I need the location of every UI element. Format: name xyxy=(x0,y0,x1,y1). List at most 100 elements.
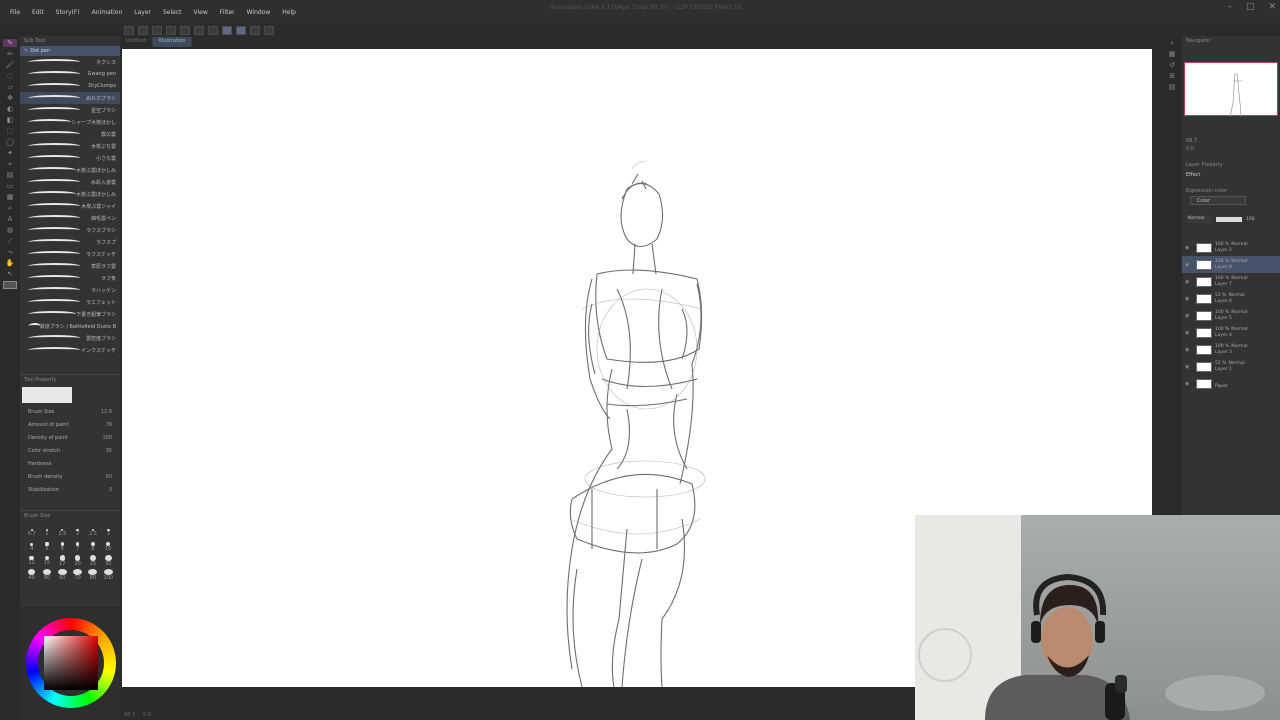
menu-item-animation[interactable]: Animation xyxy=(86,9,129,16)
brush-item[interactable]: 下書き鉛筆ブラシ xyxy=(20,308,120,320)
blend-mode-select[interactable]: Normal xyxy=(1186,216,1212,223)
menu-item-view[interactable]: View xyxy=(188,9,214,16)
ruler-snap-icon[interactable] xyxy=(236,25,246,35)
layer-row[interactable]: ◉ 100 % Normal Layer 3 xyxy=(1182,341,1280,358)
property-row[interactable]: Brush Size 12.0 xyxy=(20,405,120,418)
zoom-tool-icon[interactable]: ⌕ xyxy=(3,204,17,212)
brush-size-option[interactable]: 10 xyxy=(101,541,116,553)
brush-size-option[interactable]: 7 xyxy=(70,541,85,553)
grid-icon[interactable] xyxy=(250,25,260,35)
menu-item-file[interactable]: File xyxy=(4,9,26,16)
layer-row[interactable]: ◉ Paper xyxy=(1182,375,1280,392)
figure-tool-icon[interactable]: ▭ xyxy=(3,182,17,190)
minimize-icon[interactable]: – xyxy=(1227,2,1232,12)
brush-item[interactable]: Gwang pen xyxy=(20,68,120,80)
fill-tool-icon[interactable]: ◧ xyxy=(3,116,17,124)
hand-tool-icon[interactable]: ✋ xyxy=(3,259,17,267)
visibility-eye-icon[interactable]: ◉ xyxy=(1185,364,1193,370)
visibility-eye-icon[interactable]: ◉ xyxy=(1185,262,1193,268)
brush-item[interactable]: 木炭ぶ雲ジャイ xyxy=(20,200,120,212)
visibility-eye-icon[interactable]: ◉ xyxy=(1185,296,1193,302)
layer-search-icon[interactable]: ⊞ xyxy=(1165,72,1179,80)
brush-item[interactable]: 木炭ぶ雲ぼかしみ xyxy=(20,188,120,200)
brush-tool-icon[interactable]: 🖌 xyxy=(3,61,17,69)
maximize-icon[interactable]: □ xyxy=(1246,2,1255,12)
property-row[interactable]: Brush density 50 xyxy=(20,470,120,483)
menu-item-edit[interactable]: Edit xyxy=(26,9,50,16)
brush-item[interactable]: DryClumps xyxy=(20,80,120,92)
pen-tool-icon[interactable]: ✎ xyxy=(3,39,17,47)
layer-row[interactable]: ◉ 51 % Normal Layer 1 xyxy=(1182,358,1280,375)
visibility-eye-icon[interactable]: ◉ xyxy=(1185,313,1193,319)
brush-size-option[interactable]: 8 xyxy=(85,541,100,553)
lasso-tool-icon[interactable]: ◯ xyxy=(3,138,17,146)
property-row[interactable]: Amount of paint 78 xyxy=(20,418,120,431)
transform-icon[interactable] xyxy=(208,25,218,35)
layer-row[interactable]: ◉ 100 % Normal Layer 4 xyxy=(1182,324,1280,341)
property-value[interactable]: 50 xyxy=(106,474,112,480)
saturation-value-square[interactable] xyxy=(44,636,98,690)
undo-icon[interactable] xyxy=(166,25,176,35)
property-value[interactable]: 35 xyxy=(106,448,112,454)
frame-tool-icon[interactable]: ▦ xyxy=(3,193,17,201)
visibility-eye-icon[interactable]: ◉ xyxy=(1185,245,1193,251)
brush-size-option[interactable]: 40 xyxy=(24,569,39,581)
open-file-icon[interactable] xyxy=(138,25,148,35)
move-tool-icon[interactable]: ✥ xyxy=(3,94,17,102)
menu-item-layer[interactable]: Layer xyxy=(128,9,157,16)
brush-item[interactable]: ネクシス xyxy=(20,56,120,68)
status-angle[interactable]: 0.0 xyxy=(143,712,151,718)
brush-size-option[interactable]: 12 xyxy=(24,555,39,567)
brush-item[interactable]: ラフ気 xyxy=(20,272,120,284)
navigator-thumbnail[interactable] xyxy=(1184,62,1278,118)
subtool-selected[interactable]: ✎ Dot pen xyxy=(20,46,120,56)
brush-size-option[interactable]: 4 xyxy=(24,541,39,553)
brush-size-option[interactable]: 1 xyxy=(39,527,54,539)
brush-item[interactable]: ぬれホブラシ xyxy=(20,92,120,104)
gradient-tool-icon[interactable]: ▤ xyxy=(3,171,17,179)
brush-item[interactable]: ラフスケッチ xyxy=(20,248,120,260)
property-row[interactable]: Density of paint 100 xyxy=(20,431,120,444)
menu-item-filter[interactable]: Filter xyxy=(214,9,241,16)
layer-row[interactable]: ◉ 51 % Normal Layer 6 xyxy=(1182,290,1280,307)
eraser-tool-icon[interactable]: ▱ xyxy=(3,83,17,91)
brush-size-option[interactable]: 25 xyxy=(85,555,100,567)
correct-line-tool-icon[interactable]: ⤳ xyxy=(3,248,17,256)
visibility-eye-icon[interactable]: ◉ xyxy=(1185,347,1193,353)
tab-untitled[interactable]: Untitled xyxy=(120,37,153,47)
expression-color-select[interactable]: Color xyxy=(1190,196,1246,205)
search-icon[interactable]: ⌕ xyxy=(1165,39,1179,47)
property-value[interactable]: 12.0 xyxy=(101,409,112,415)
brush-size-option[interactable]: 15 xyxy=(39,555,54,567)
property-row[interactable]: Color stretch 35 xyxy=(20,444,120,457)
property-value[interactable]: 100 xyxy=(102,435,112,441)
close-icon[interactable]: ✕ xyxy=(1268,2,1276,12)
menu-item-help[interactable]: Help xyxy=(276,9,302,16)
eyedropper-tool-icon[interactable]: ⌖ xyxy=(3,160,17,168)
opacity-slider[interactable] xyxy=(1216,217,1242,222)
brush-item[interactable]: ラハッゲン xyxy=(20,284,120,296)
menu-item-window[interactable]: Window xyxy=(241,9,277,16)
brush-size-option[interactable]: 20 xyxy=(70,555,85,567)
brush-item[interactable]: 木炭ぶ雲ぼかしみ xyxy=(20,164,120,176)
brush-item[interactable]: 草原ラフ雲 xyxy=(20,260,120,272)
layer-row[interactable]: ◉ 100 % Normal Layer 7 xyxy=(1182,273,1280,290)
brush-size-option[interactable]: 80 xyxy=(85,569,100,581)
brush-item[interactable]: ラエフェット xyxy=(20,296,120,308)
visibility-eye-icon[interactable]: ◉ xyxy=(1185,381,1193,387)
blend-tool-icon[interactable]: ◐ xyxy=(3,105,17,113)
brush-item[interactable]: インクスケッチ xyxy=(20,344,120,356)
brush-size-option[interactable]: 5 xyxy=(39,541,54,553)
brush-size-option[interactable]: 17 xyxy=(55,555,70,567)
pencil-tool-icon[interactable]: ✏ xyxy=(3,50,17,58)
color-swatch-icon[interactable] xyxy=(3,281,17,289)
save-icon[interactable] xyxy=(152,25,162,35)
brush-item[interactable]: 雲密度ブラシ xyxy=(20,332,120,344)
history-icon[interactable]: ↺ xyxy=(1165,61,1179,69)
navigator-angle[interactable]: 0.0 xyxy=(1182,144,1198,154)
select-tool-icon[interactable]: ⬚ xyxy=(3,127,17,135)
property-row[interactable]: Hardness xyxy=(20,457,120,470)
balloon-tool-icon[interactable]: ◍ xyxy=(3,226,17,234)
brush-size-option[interactable]: 6 xyxy=(55,541,70,553)
status-zoom[interactable]: 88.7 xyxy=(124,712,135,718)
